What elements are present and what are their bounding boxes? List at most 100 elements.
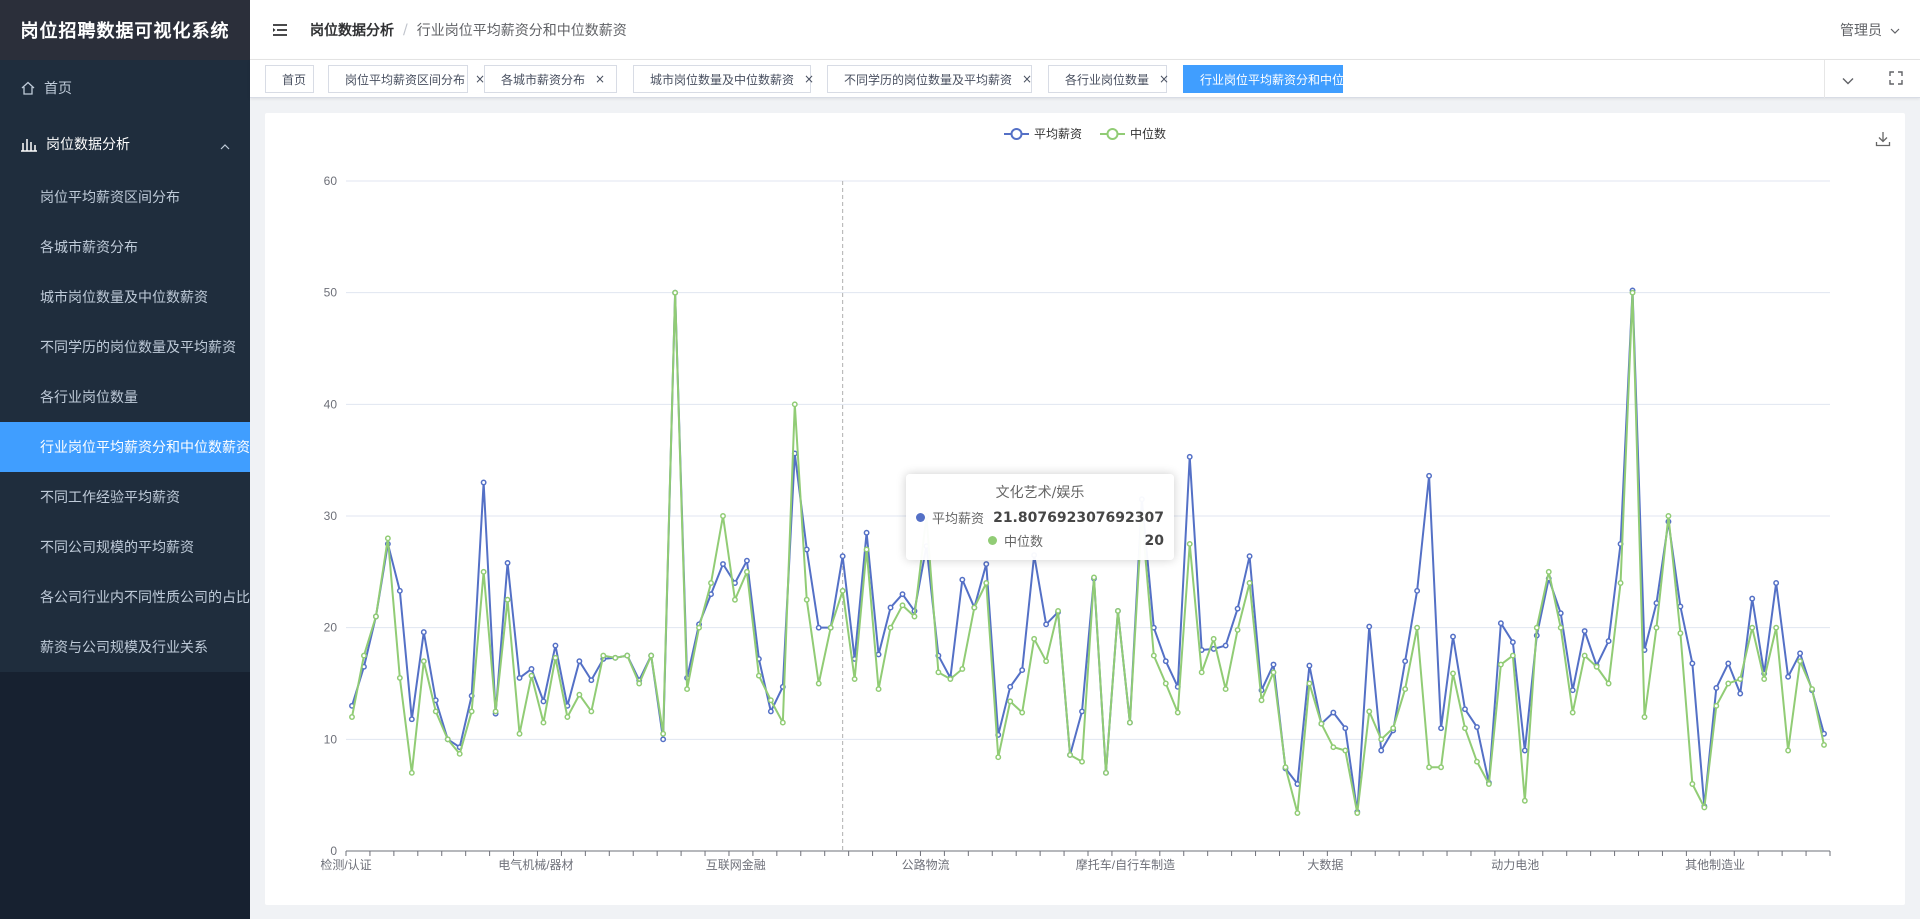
- data-point: [1067, 752, 1073, 758]
- tag-item[interactable]: 各行业岗位数量 ×: [1048, 65, 1169, 93]
- data-point: [1426, 764, 1433, 771]
- y-tick-label: 60: [324, 174, 338, 188]
- data-point: [1689, 781, 1696, 787]
- tag-label: 各城市薪资分布: [501, 72, 586, 87]
- data-point: [361, 652, 367, 659]
- tag-item[interactable]: 不同学历的岗位数量及平均薪资 ×: [827, 65, 1032, 93]
- sidebar-item[interactable]: 薪资与公司规模及行业关系: [0, 622, 250, 672]
- data-point: [1234, 626, 1241, 633]
- data-point: [1378, 747, 1385, 754]
- data-point: [1462, 706, 1468, 713]
- data-point: [396, 587, 403, 594]
- data-point: [1306, 680, 1313, 687]
- hamburger-icon[interactable]: [250, 0, 310, 60]
- download-icon[interactable]: [1875, 131, 1891, 151]
- data-point: [1438, 725, 1444, 732]
- data-point: [684, 686, 691, 693]
- data-point: [1318, 720, 1325, 727]
- series-dot: [988, 536, 997, 545]
- sidebar-item[interactable]: 各行业岗位数量: [0, 372, 250, 422]
- sidebar-item[interactable]: 不同公司规模的平均薪资: [0, 522, 250, 572]
- sidebar-item-label: 不同学历的岗位数量及平均薪资: [40, 340, 236, 356]
- data-point: [552, 654, 559, 661]
- tooltip-value: 20: [1144, 532, 1164, 549]
- data-point: [384, 535, 391, 542]
- legend-label: 平均薪资: [1033, 127, 1082, 141]
- sidebar-empty-area: [0, 672, 250, 919]
- data-point: [1246, 553, 1253, 560]
- data-point: [1474, 758, 1480, 765]
- close-icon[interactable]: ×: [804, 72, 814, 86]
- data-point: [803, 546, 810, 553]
- tag-item[interactable]: 城市岗位数量及中位数薪资 ×: [633, 65, 814, 93]
- data-point: [1390, 725, 1397, 732]
- data-point: [1414, 624, 1421, 631]
- legend-item-median[interactable]: 中位数: [1100, 125, 1166, 142]
- tag-label: 首页: [282, 72, 307, 87]
- data-point: [959, 666, 966, 672]
- fullscreen-icon[interactable]: [1889, 70, 1903, 89]
- data-point: [636, 680, 643, 687]
- close-icon[interactable]: ×: [1159, 72, 1169, 86]
- data-point: [672, 289, 679, 296]
- close-icon[interactable]: ×: [1022, 72, 1032, 86]
- data-point: [767, 708, 774, 715]
- x-tick-label: 动力电池: [1491, 858, 1539, 872]
- data-point: [528, 672, 535, 679]
- data-point: [1521, 797, 1528, 804]
- data-point: [1462, 725, 1468, 732]
- data-point: [1330, 744, 1337, 751]
- sidebar-item-home[interactable]: 首页: [0, 60, 250, 116]
- tag-item[interactable]: 首页: [265, 65, 314, 93]
- data-point: [1737, 690, 1744, 697]
- x-tick-label: 其他制造业: [1685, 858, 1745, 872]
- data-point: [1713, 685, 1720, 691]
- data-point: [839, 587, 846, 594]
- y-tick-label: 20: [324, 621, 338, 635]
- data-point: [1402, 686, 1409, 693]
- data-point: [612, 654, 619, 661]
- sidebar-item-label: 各行业岗位数量: [40, 390, 138, 406]
- data-point: [1222, 686, 1229, 693]
- sidebar-item[interactable]: 各公司行业内不同性质公司的占比: [0, 572, 250, 622]
- data-point: [1007, 698, 1014, 705]
- data-point: [1677, 630, 1684, 637]
- data-point: [1485, 781, 1492, 787]
- sidebar-item[interactable]: 城市岗位数量及中位数薪资: [0, 272, 250, 322]
- data-point: [444, 736, 451, 743]
- tag-item[interactable]: 行业岗位平均薪资分和中位数薪资 ↻ ×: [1183, 65, 1411, 93]
- user-menu[interactable]: 管理员: [1840, 0, 1900, 60]
- data-point: [1641, 714, 1648, 720]
- sidebar: 岗位招聘数据可视化系统 首页 岗位数据分析 岗位平均薪资区间分布 各城市薪资分布城…: [0, 0, 250, 919]
- sidebar-item[interactable]: 行业岗位平均薪资分和中位数薪资: [0, 422, 250, 472]
- data-point: [408, 716, 415, 723]
- refresh-icon[interactable]: ↻: [1388, 72, 1398, 86]
- data-point: [516, 730, 523, 737]
- sidebar-item[interactable]: 不同工作经验平均薪资: [0, 472, 250, 522]
- tag-label: 各行业岗位数量: [1065, 72, 1150, 87]
- data-point: [1246, 580, 1253, 586]
- tag-item[interactable]: 岗位平均薪资区间分布 ×: [328, 65, 485, 93]
- data-point: [1043, 658, 1050, 665]
- series-dot: [916, 513, 925, 522]
- legend-item-avg[interactable]: 平均薪资: [1003, 125, 1082, 142]
- data-point: [1091, 574, 1097, 581]
- sidebar-item[interactable]: 岗位平均薪资区间分布: [0, 172, 250, 222]
- data-point: [660, 730, 667, 737]
- tags-toolbar: [1824, 60, 1920, 98]
- data-point: [935, 669, 942, 676]
- data-point: [720, 561, 726, 567]
- data-point: [408, 769, 415, 776]
- x-tick-label: 互联网金融: [706, 857, 766, 872]
- tag-item[interactable]: 各城市薪资分布 ×: [484, 65, 617, 93]
- data-point: [767, 697, 774, 704]
- close-icon[interactable]: ×: [1401, 72, 1411, 86]
- bar-chart-icon: [20, 135, 38, 153]
- chevron-down-icon[interactable]: [1842, 70, 1854, 89]
- y-tick-label: 50: [324, 286, 338, 300]
- sidebar-item[interactable]: 各城市薪资分布: [0, 222, 250, 272]
- sidebar-item[interactable]: 不同学历的岗位数量及平均薪资: [0, 322, 250, 372]
- sidebar-group-job-analysis[interactable]: 岗位数据分析: [0, 116, 250, 172]
- legend-label: 中位数: [1130, 127, 1167, 141]
- close-icon[interactable]: ×: [595, 72, 605, 86]
